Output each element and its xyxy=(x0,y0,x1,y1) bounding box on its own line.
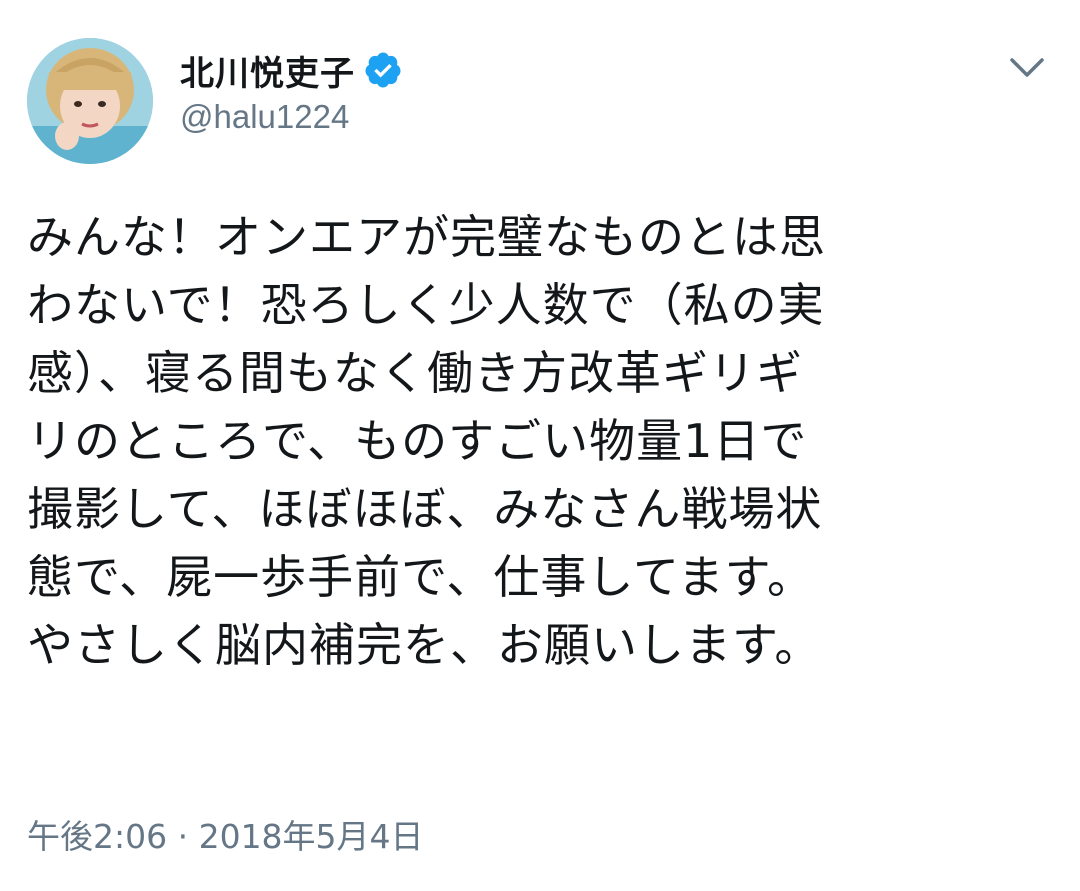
tweet-card: 北川悦吏子 @halu1224 みんな！オンエアが完璧なものとは思 わないで！恐… xyxy=(0,0,1080,891)
avatar[interactable] xyxy=(27,38,153,164)
tweet-menu-button[interactable] xyxy=(1000,50,1054,90)
tweet-text: みんな！オンエアが完璧なものとは思 わないで！恐ろしく少人数で（私の実 感）、寝… xyxy=(27,210,826,672)
author-display-name[interactable]: 北川悦吏子 xyxy=(180,46,355,95)
chevron-down-icon xyxy=(1009,57,1045,83)
author-handle[interactable]: @halu1224 xyxy=(180,98,349,136)
author-name-row: 北川悦吏子 xyxy=(180,44,403,96)
tweet-timestamp[interactable]: 午後2:06 · 2018年5月4日 xyxy=(27,810,424,858)
verified-badge-icon xyxy=(363,50,403,90)
avatar-image xyxy=(27,38,153,164)
